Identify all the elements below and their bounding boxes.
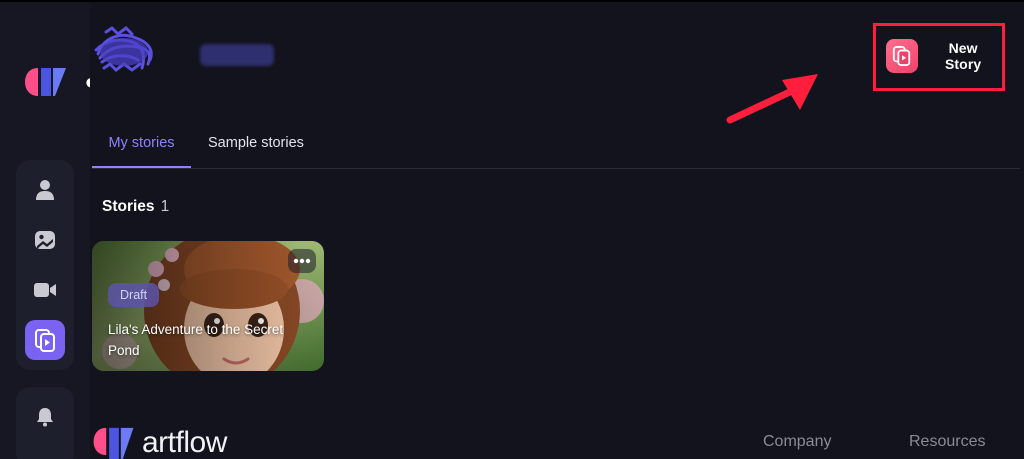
- footer-link-company[interactable]: Company: [763, 433, 831, 451]
- new-story-icon: [886, 39, 919, 73]
- sidebar-item-profile[interactable]: [25, 170, 65, 210]
- new-story-button[interactable]: New Story: [882, 34, 1000, 78]
- artflow-logo-icon[interactable]: [24, 64, 68, 100]
- story-tabs: My stories Sample stories: [92, 128, 1020, 170]
- story-title: Lila's Adventure to the Secret Pond: [108, 322, 284, 358]
- username-redacted: [200, 44, 274, 66]
- sidebar-item-video[interactable]: [25, 270, 65, 310]
- window-top-border: [0, 0, 1024, 2]
- annotation-arrow-icon: [726, 74, 818, 124]
- tab-sample-stories[interactable]: Sample stories: [208, 128, 304, 168]
- person-icon: [36, 180, 54, 200]
- avatar-scribble: [94, 26, 153, 72]
- stories-count: 1: [160, 198, 170, 215]
- footer-wordmark: artflow: [142, 426, 227, 459]
- sidebar-item-images[interactable]: [25, 220, 65, 260]
- sidebar-item-stories[interactable]: [25, 320, 65, 360]
- sidebar: ◖: [0, 2, 90, 459]
- draft-status-badge: Draft: [108, 283, 160, 307]
- bell-icon: [37, 408, 53, 427]
- tabs-divider: [92, 168, 1020, 169]
- video-icon: [34, 283, 56, 297]
- story-icon: [35, 329, 55, 352]
- stories-heading-label: Stories: [102, 198, 155, 215]
- brand-glyph-fragment: ◖: [82, 69, 90, 94]
- sidebar-item-notifications[interactable]: [25, 397, 65, 437]
- footer-logo-icon: [93, 427, 134, 459]
- stories-heading: Stories 1: [102, 198, 169, 216]
- story-card-menu[interactable]: [288, 249, 316, 273]
- new-story-label: New Story: [944, 40, 982, 72]
- tab-my-stories[interactable]: My stories: [92, 128, 191, 168]
- footer-link-resources[interactable]: Resources: [909, 433, 985, 451]
- more-options-icon: [293, 258, 311, 264]
- story-card[interactable]: Draft Lila's Adventure to the Secret Pon…: [92, 241, 324, 371]
- image-icon: [35, 231, 55, 249]
- sidebar-nav-secondary: [16, 387, 74, 459]
- sidebar-nav: [16, 160, 74, 370]
